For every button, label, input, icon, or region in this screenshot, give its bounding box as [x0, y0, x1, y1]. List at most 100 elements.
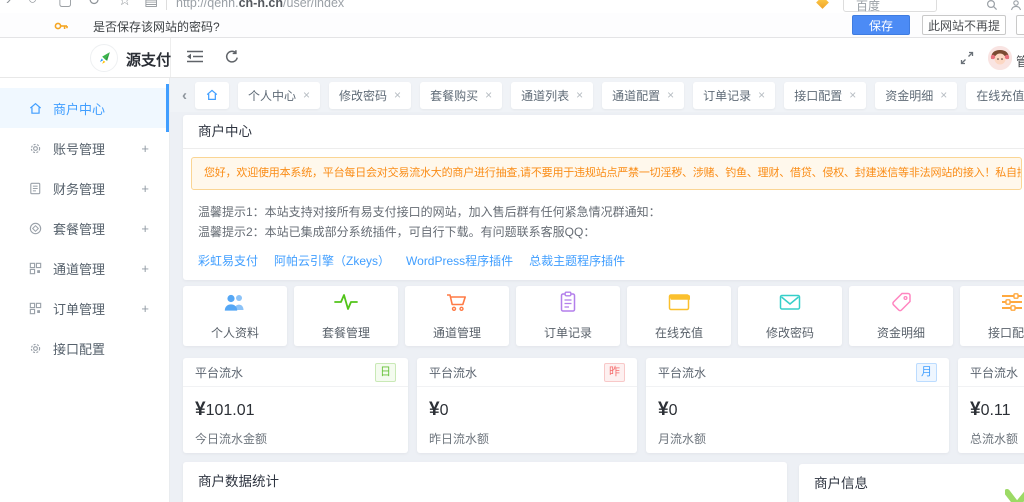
quick-card-label: 修改密码 — [766, 324, 814, 341]
tab-label: 通道配置 — [612, 87, 660, 104]
refresh-icon[interactable] — [224, 49, 240, 70]
tab-package-purchase[interactable]: 套餐购买 × — [420, 82, 502, 109]
tab-online-recharge[interactable]: 在线充值× — [966, 82, 1024, 109]
avatar[interactable] — [988, 46, 1012, 70]
home-icon — [205, 88, 219, 102]
stat-label: 总流水额 — [958, 421, 1024, 447]
gear-icon — [28, 341, 43, 356]
stat-card-yesterday: 平台流水 昨 ¥0 昨日流水额 — [417, 358, 637, 453]
extension-diamond-icon[interactable] — [816, 0, 829, 9]
stat-card-month: 平台流水 月 ¥0 月流水额 — [646, 358, 949, 453]
close-icon[interactable]: × — [303, 89, 310, 101]
app-title: 源支付 — [126, 49, 171, 70]
quick-card-channel[interactable]: 通道管理 — [405, 286, 509, 346]
page-icon[interactable]: ▤ — [144, 0, 158, 9]
sidebar-item-account[interactable]: 账号管理 + — [0, 128, 169, 168]
clipped-button[interactable] — [1016, 15, 1024, 35]
panel-title: 商户信息 — [799, 464, 1024, 502]
profile-icon[interactable] — [1010, 0, 1022, 14]
expand-plus: + — [141, 261, 169, 276]
search-engine-label[interactable]: 百度 — [856, 0, 880, 14]
link-wordpress-plugin[interactable]: WordPress程序插件 — [406, 252, 513, 269]
sidebar-item-label: 通道管理 — [53, 259, 105, 278]
tip-line: 温馨提示2：本站已集成部分系统插件，可自行下载。有问题联系客服QQ： — [198, 222, 1024, 242]
rocket-icon — [90, 44, 118, 72]
tab-api-config[interactable]: 接口配置× — [784, 82, 866, 109]
stat-title: 平台流水 — [429, 364, 477, 381]
tab-label: 修改密码 — [339, 87, 387, 104]
close-icon[interactable]: × — [576, 89, 583, 101]
sidebar-item-package[interactable]: 套餐管理 + — [0, 208, 169, 248]
sidebar-item-label: 商户中心 — [53, 99, 105, 118]
panel-title: 商户中心 — [183, 115, 1024, 149]
logo-area[interactable]: 源支付 — [0, 38, 171, 77]
expand-plus: + — [141, 141, 169, 156]
link-apayun-zkeys[interactable]: 阿帕云引擎（Zkeys） — [274, 252, 390, 269]
quick-card-orders[interactable]: 订单记录 — [516, 286, 620, 346]
tabs-scroll-left-icon[interactable]: ‹ — [182, 88, 187, 103]
sidebar-item-label: 财务管理 — [53, 179, 105, 198]
quick-card-fund-detail[interactable]: 资金明细 — [849, 286, 953, 346]
quick-card-label: 通道管理 — [433, 324, 481, 341]
save-password-message: 是否保存该网站的密码? — [93, 18, 220, 35]
search-icon[interactable] — [986, 0, 998, 14]
quick-card-package[interactable]: 套餐管理 — [294, 286, 398, 346]
tab-bar: ‹ 个人中心 × 修改密码 × 套餐购买 × 通道列表× 通道配置 × 订单记录× 接口… — [170, 78, 1024, 112]
close-icon[interactable]: × — [940, 89, 947, 101]
fullscreen-icon[interactable] — [960, 51, 974, 70]
pulse-icon — [333, 291, 359, 318]
bookmark-star-icon[interactable]: ☆ — [118, 0, 131, 9]
clipboard-icon — [555, 291, 581, 318]
link-ceo-theme-plugin[interactable]: 总裁主题程序插件 — [529, 252, 625, 269]
tab-label: 个人中心 — [248, 87, 296, 104]
quick-card-label: 接口配置 — [988, 324, 1024, 341]
quick-card-recharge[interactable]: 在线充值 — [627, 286, 731, 346]
menu-fold-icon[interactable] — [186, 49, 204, 69]
stat-label: 月流水额 — [646, 421, 949, 447]
tab-home[interactable] — [195, 82, 229, 109]
tab-personal-center[interactable]: 个人中心 × — [238, 82, 320, 109]
users-icon — [222, 291, 248, 318]
tab-order-record[interactable]: 订单记录× — [693, 82, 775, 109]
status-badge: 月 — [916, 363, 937, 382]
stat-value: ¥0 — [417, 387, 637, 421]
sidebar-item-order[interactable]: 订单管理 + — [0, 288, 169, 328]
reload-circle-icon[interactable]: ○ — [28, 0, 37, 8]
browser-toolbar: › ○ ▢ ↺ ☆ ▤ http://qehh.ch-h.ch/user/ind… — [0, 0, 1024, 14]
quick-card-change-password[interactable]: 修改密码 — [738, 286, 842, 346]
merchant-stats-panel: 商户数据统计 — [183, 462, 787, 502]
link-rainbow-epay[interactable]: 彩虹易支付 — [198, 252, 258, 269]
main-content: 商户中心 您好，欢迎使用本系统，平台每日会对交易流水大的商户进行抽查,请不要用于… — [170, 112, 1024, 502]
quick-card-api-config[interactable]: 接口配置 — [960, 286, 1024, 346]
stop-icon[interactable]: ▢ — [58, 0, 72, 9]
mail-icon — [777, 291, 803, 318]
tab-change-password[interactable]: 修改密码 × — [329, 82, 411, 109]
forward-icon[interactable]: › — [6, 0, 11, 8]
sidebar: 商户中心 账号管理 + 财务管理 + 套餐管理 + 通道管理 + 订单管理 + — [0, 78, 170, 502]
tab-channel-config[interactable]: 通道配置 × — [602, 82, 684, 109]
tab-label: 套餐购买 — [430, 87, 478, 104]
close-icon[interactable]: × — [667, 89, 674, 101]
plugin-links: 彩虹易支付 阿帕云引擎（Zkeys） WordPress程序插件 总裁主题程序插… — [183, 242, 1024, 269]
tab-channel-list[interactable]: 通道列表× — [511, 82, 593, 109]
stat-card-today: 平台流水 日 ¥101.01 今日流水金额 — [183, 358, 408, 453]
close-icon[interactable]: × — [485, 89, 492, 101]
sidebar-item-label: 订单管理 — [53, 299, 105, 318]
warning-alert: 您好，欢迎使用本系统，平台每日会对交易流水大的商户进行抽查,请不要用于违规站点严… — [191, 157, 1022, 190]
sidebar-item-channel[interactable]: 通道管理 + — [0, 248, 169, 288]
save-password-button[interactable]: 保存 — [852, 15, 910, 35]
close-icon[interactable]: × — [394, 89, 401, 101]
tip-line: 温馨提示1：本站支持对接所有易支付接口的网站，加入售后群有任何紧急情况群通知： — [198, 202, 1024, 222]
sidebar-item-merchant-center[interactable]: 商户中心 — [0, 88, 169, 128]
never-prompt-button[interactable]: 此网站不再提示 — [922, 15, 1006, 35]
address-bar[interactable]: http://qehh.ch-h.ch/user/index — [176, 0, 344, 10]
sidebar-item-api-config[interactable]: 接口配置 — [0, 328, 169, 368]
close-icon[interactable]: × — [758, 89, 765, 101]
close-icon[interactable]: × — [849, 89, 856, 101]
merchant-center-panel: 商户中心 您好，欢迎使用本系统，平台每日会对交易流水大的商户进行抽查,请不要用于… — [183, 115, 1024, 280]
history-icon[interactable]: ↺ — [88, 0, 101, 9]
sidebar-item-finance[interactable]: 财务管理 + — [0, 168, 169, 208]
tab-fund-detail[interactable]: 资金明细× — [875, 82, 957, 109]
username-label[interactable]: 管 — [1016, 51, 1024, 70]
quick-card-profile[interactable]: 个人资料 — [183, 286, 287, 346]
